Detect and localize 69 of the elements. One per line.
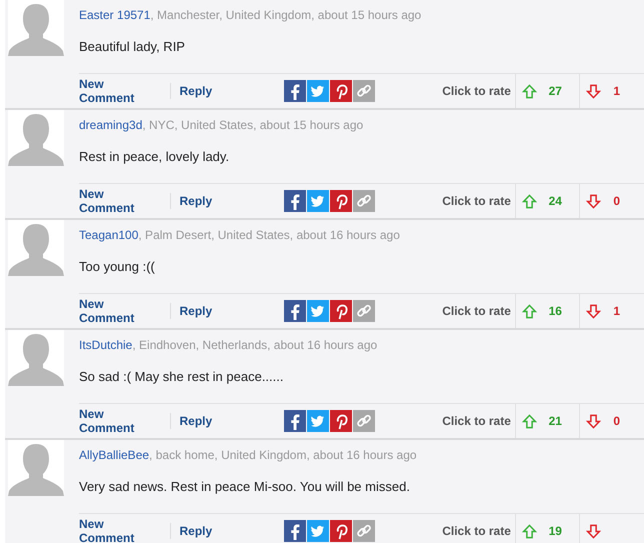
link-icon[interactable] (353, 300, 376, 322)
twitter-icon[interactable] (307, 190, 330, 212)
rate-label: Click to rate (442, 304, 512, 318)
comment-text: Too young :(( (79, 259, 156, 275)
rate-label: Click to rate (442, 84, 512, 98)
reply-link[interactable]: Reply (180, 194, 212, 208)
down-vote-count: 0 (613, 194, 620, 208)
thumbs-down-arrow-icon[interactable] (586, 304, 602, 318)
comment-meta: , Eindhoven, Netherlands, about 16 hours ago (132, 338, 378, 352)
thumbs-down-arrow-icon[interactable] (586, 414, 602, 428)
thumbs-up-arrow-icon[interactable] (522, 194, 537, 208)
rate-label: Click to rate (442, 524, 512, 538)
comment-meta: , back home, United Kingdom, about 16 hours ago (149, 448, 417, 462)
twitter-icon[interactable] (307, 410, 330, 432)
thumbs-up-arrow-icon[interactable] (522, 304, 537, 318)
link-icon[interactable] (353, 410, 376, 432)
pinterest-icon[interactable] (330, 80, 352, 102)
author-link[interactable]: Easter 19571 (79, 8, 150, 22)
comment-text: So sad :( May she rest in peace...... (79, 369, 284, 385)
rate-label: Click to rate (442, 194, 512, 208)
facebook-icon[interactable] (284, 520, 306, 542)
up-vote-count: 16 (548, 304, 562, 318)
up-vote-count: 24 (548, 194, 562, 208)
facebook-icon[interactable] (284, 190, 306, 212)
new-comment-link[interactable]: New Comment (79, 407, 161, 435)
facebook-icon[interactable] (284, 410, 306, 432)
link-icon[interactable] (353, 190, 376, 212)
comment-meta: , Palm Desert, United States, about 16 hours ago (138, 228, 400, 242)
thumbs-up-arrow-icon[interactable] (522, 414, 537, 428)
comment-text: Beautiful lady, RIP (79, 39, 186, 55)
comment-meta: , Manchester, United Kingdom, about 15 hours ago (150, 8, 422, 22)
up-vote-count: 21 (548, 414, 562, 428)
rate-label: Click to rate (442, 414, 512, 428)
pinterest-icon[interactable] (330, 520, 352, 542)
down-vote-count: 1 (613, 304, 620, 318)
down-vote-count: 0 (613, 414, 620, 428)
up-vote-count: 19 (548, 524, 562, 538)
new-comment-link[interactable]: New Comment (79, 77, 161, 105)
thumbs-down-arrow-icon[interactable] (586, 194, 602, 208)
thumbs-down-arrow-icon[interactable] (586, 524, 602, 538)
facebook-icon[interactable] (284, 80, 306, 102)
author-link[interactable]: Teagan100 (79, 228, 138, 242)
thumbs-down-arrow-icon[interactable] (586, 84, 602, 98)
twitter-icon[interactable] (307, 80, 330, 102)
pinterest-icon[interactable] (330, 190, 352, 212)
new-comment-link[interactable]: New Comment (79, 187, 161, 215)
pinterest-icon[interactable] (330, 410, 352, 432)
new-comment-link[interactable]: New Comment (79, 297, 161, 325)
link-icon[interactable] (353, 520, 376, 542)
new-comment-link[interactable]: New Comment (79, 517, 161, 543)
reply-link[interactable]: Reply (180, 84, 212, 98)
reply-link[interactable]: Reply (180, 524, 212, 538)
reply-link[interactable]: Reply (180, 304, 212, 318)
author-link[interactable]: dreaming3d (79, 118, 142, 132)
twitter-icon[interactable] (307, 300, 330, 322)
author-link[interactable]: AllyBallieBee (79, 448, 150, 462)
comment-meta: , NYC, United States, about 15 hours ago (142, 118, 364, 132)
thumbs-up-arrow-icon[interactable] (522, 84, 537, 98)
author-link[interactable]: ItsDutchie (79, 338, 132, 352)
link-icon[interactable] (353, 80, 376, 102)
comment-text: Very sad news. Rest in peace Mi-soo. You will be missed. (79, 479, 411, 495)
twitter-icon[interactable] (307, 520, 330, 542)
pinterest-icon[interactable] (330, 300, 352, 322)
thumbs-up-arrow-icon[interactable] (522, 524, 537, 538)
reply-link[interactable]: Reply (180, 414, 212, 428)
facebook-icon[interactable] (284, 300, 306, 322)
up-vote-count: 27 (548, 84, 562, 98)
comment-text: Rest in peace, lovely lady. (79, 149, 230, 165)
down-vote-count: 1 (613, 84, 620, 98)
